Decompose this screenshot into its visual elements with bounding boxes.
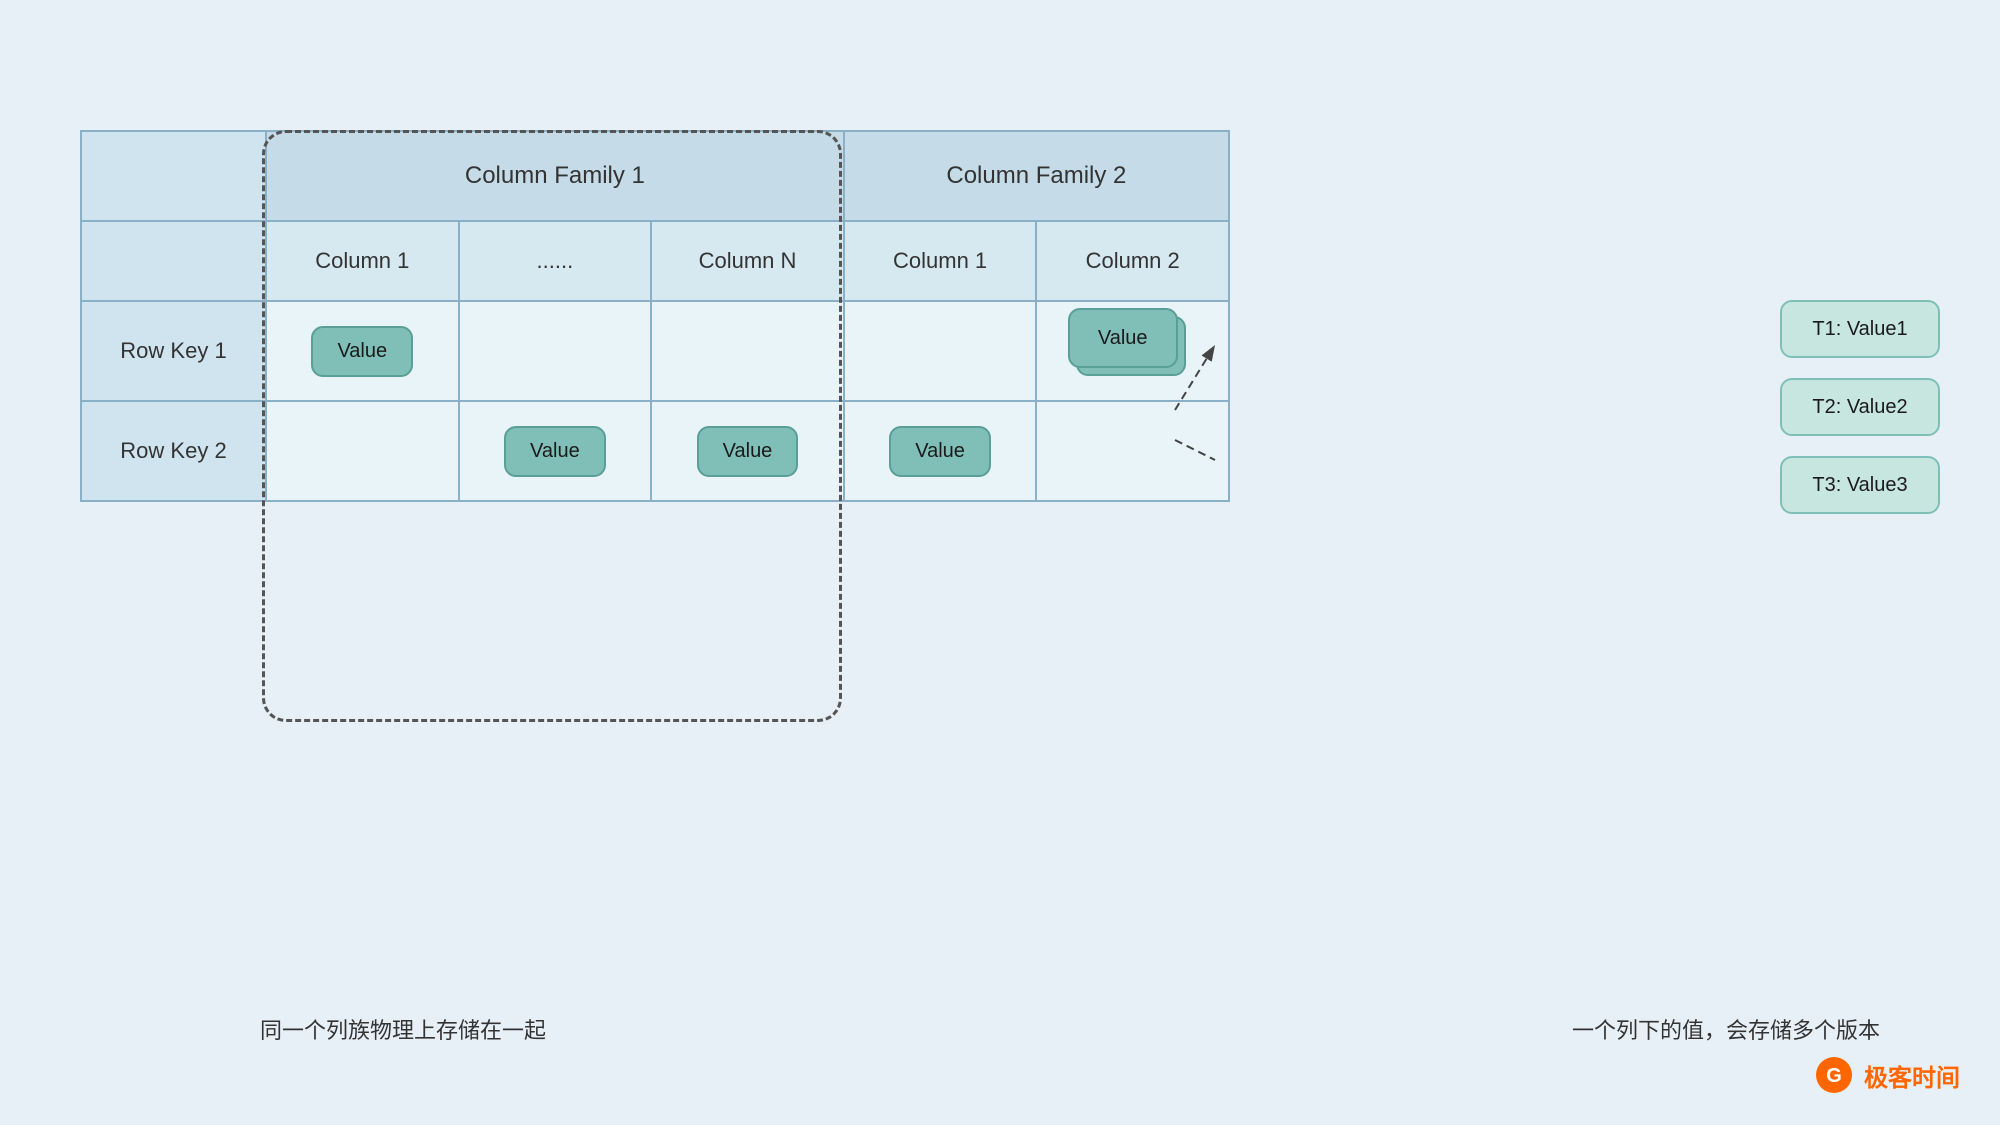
cf2-col1-header: Column 1 <box>844 221 1037 301</box>
svg-text:G: G <box>1826 1065 1842 1087</box>
rk1-cf1-coln <box>651 301 844 401</box>
cf2-col2-label: Column 2 <box>1086 248 1180 273</box>
cf1-coln-header: Column N <box>651 221 844 301</box>
value-box-rk2-cf1-coln: Value <box>697 426 799 477</box>
versions-annotation: 一个列下的值，会存储多个版本 <box>1572 1013 1880 1045</box>
value-box-rk2-cf2-col1: Value <box>889 426 991 477</box>
annotation-box-t2: T2: Value2 <box>1780 378 1940 436</box>
val-rk2-cf1-col2: Value <box>530 440 580 463</box>
brand-name-label: 极客时间 <box>1864 1058 1960 1093</box>
rk2-cf2-col2 <box>1036 401 1229 501</box>
cf2-col2-header: Column 2 <box>1036 221 1229 301</box>
geek-time-icon: G <box>1814 1055 1854 1095</box>
value-box-front: Value <box>1068 308 1178 368</box>
val-rk1-cf1-col1: Value <box>337 340 387 363</box>
main-table: Column Family 1 Column Family 2 Column 1… <box>80 130 1230 502</box>
table-row-2: Row Key 2 Value Value Value <box>81 401 1229 501</box>
val-rk1-cf2-col2: Value <box>1098 327 1148 350</box>
versions-label-text: 一个列下的值，会存储多个版本 <box>1572 1018 1880 1043</box>
rk2-cf1-col2: Value <box>459 401 652 501</box>
row-key-2-cell: Row Key 2 <box>81 401 266 501</box>
rk2-cf1-coln: Value <box>651 401 844 501</box>
dashed-box-annotation: 同一个列族物理上存储在一起 <box>260 1013 546 1045</box>
cf1-col1-header: Column 1 <box>266 221 459 301</box>
cf2-header: Column Family 2 <box>844 131 1229 221</box>
value-box-rk2-cf1-col2: Value <box>504 426 606 477</box>
diagram-container: Column Family 1 Column Family 2 Column 1… <box>60 80 1940 1045</box>
value-box-rk1-cf1-col1: Value <box>311 326 413 377</box>
version-box-t3-label: T3: Value3 <box>1812 474 1907 496</box>
val-rk2-cf1-coln: Value <box>723 440 773 463</box>
table-row-1: Row Key 1 Value Value <box>81 301 1229 401</box>
col-header-row: Column 1 ...... Column N Column 1 Column… <box>81 221 1229 301</box>
rk1-cf1-col2 <box>459 301 652 401</box>
cf2-col1-label: Column 1 <box>893 248 987 273</box>
cf1-header: Column Family 1 <box>266 131 844 221</box>
rk1-cf2-col1 <box>844 301 1037 401</box>
annotation-box-t3: T3: Value3 <box>1780 456 1940 514</box>
annotation-box-t1: T1: Value1 <box>1780 300 1940 358</box>
row-key-2-label: Row Key 2 <box>120 438 226 463</box>
empty-header-cell <box>81 131 266 221</box>
cf2-label: Column Family 2 <box>946 162 1126 189</box>
cf1-col2-label: ...... <box>537 248 574 273</box>
row-key-1-label: Row Key 1 <box>120 338 226 363</box>
val-rk2-cf2-col1: Value <box>915 440 965 463</box>
cf1-label: Column Family 1 <box>465 162 645 189</box>
cf-header-row: Column Family 1 Column Family 2 <box>81 131 1229 221</box>
stacked-value-rk1-cf2-col2: Value <box>1068 308 1198 388</box>
rk2-cf1-col1 <box>266 401 459 501</box>
dashed-box-label-text: 同一个列族物理上存储在一起 <box>260 1018 546 1043</box>
row-key-1-cell: Row Key 1 <box>81 301 266 401</box>
version-box-t1-label: T1: Value1 <box>1812 318 1907 340</box>
version-box-t2-label: T2: Value2 <box>1812 396 1907 418</box>
rk1-cf2-col2: Value <box>1036 301 1229 401</box>
bottom-labels: 同一个列族物理上存储在一起 一个列下的值，会存储多个版本 <box>80 1013 1940 1045</box>
col-header-empty <box>81 221 266 301</box>
rk2-cf2-col1: Value <box>844 401 1037 501</box>
brand-logo: G 极客时间 <box>1814 1055 1960 1095</box>
side-annotations: T1: Value1 T2: Value2 T3: Value3 <box>1780 300 1940 514</box>
cf1-coln-label: Column N <box>699 248 797 273</box>
rk1-cf1-col1: Value <box>266 301 459 401</box>
cf1-col2-header: ...... <box>459 221 652 301</box>
cf1-col1-label: Column 1 <box>315 248 409 273</box>
